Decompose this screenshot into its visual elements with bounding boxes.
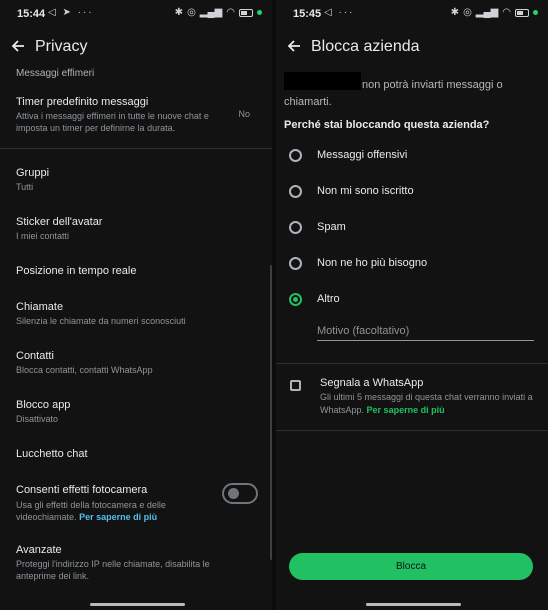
reason-option-offensive[interactable]: Messaggi offensivi [276, 143, 548, 171]
mute-icon: ◎ [187, 7, 196, 18]
gesture-bar[interactable] [366, 603, 461, 606]
setting-title: Sticker dell'avatar [16, 216, 103, 228]
radio-button-selected[interactable] [289, 293, 302, 306]
block-reason-question: Perché stai bloccando questa azienda? [284, 119, 490, 131]
reason-option-not-subscribed[interactable]: Non mi sono iscritto [276, 179, 548, 207]
radio-button[interactable] [289, 149, 302, 162]
setting-subtitle: Blocca contatti, contatti WhatsApp [16, 365, 153, 375]
description-line-2: chiamarti. [284, 96, 332, 108]
setting-live-location[interactable]: Posizione in tempo reale [0, 263, 272, 283]
setting-title: Contatti [16, 350, 54, 362]
signal-icon: ▂▄▆ [199, 7, 223, 18]
learn-more-link[interactable]: Per saperne di più [367, 405, 445, 415]
setting-subtitle: Tutti [16, 182, 34, 192]
battery-icon [515, 8, 529, 17]
divider [276, 363, 548, 364]
app-bar: Blocca azienda [276, 30, 548, 64]
block-button[interactable]: Blocca [289, 553, 533, 580]
option-label: Messaggi offensivi [317, 149, 408, 161]
app-bar: Privacy [0, 30, 272, 64]
system-icons: ✱ ◎ ▂▄▆ ◠ [175, 7, 262, 18]
option-label: Non mi sono iscritto [317, 185, 414, 197]
option-label: Spam [317, 221, 346, 233]
setting-title: Posizione in tempo reale [16, 265, 137, 277]
setting-subtitle: I miei contatti [16, 231, 70, 241]
bluetooth-icon: ✱ [174, 7, 184, 18]
setting-avatar-stickers[interactable]: Sticker dell'avatar I miei contatti [0, 214, 272, 244]
setting-title: Timer predefinito messaggi [16, 96, 149, 108]
bluetooth-icon: ✱ [450, 7, 460, 18]
system-icons: ✱ ◎ ▂▄▆ ◠ [451, 7, 538, 18]
signal-icon: ▂▄▆ [475, 7, 499, 18]
setting-title: Consenti effetti fotocamera [16, 484, 148, 496]
setting-chat-lock[interactable]: Lucchetto chat [0, 446, 272, 466]
setting-subtitle: Disattivato [16, 414, 59, 424]
radio-button[interactable] [289, 185, 302, 198]
setting-title: Gruppi [16, 167, 50, 179]
notification-icons: ◁ ··· [324, 7, 355, 18]
setting-app-lock[interactable]: Blocco app Disattivato [0, 397, 272, 427]
setting-title: Chiamate [16, 301, 64, 313]
timer-setting[interactable]: Timer predefinito messaggi Attiva i mess… [0, 93, 272, 143]
report-checkbox[interactable] [290, 380, 301, 391]
status-bar: 15:44 ◁ ➤ ··· ✱ ◎ ▂▄▆ ◠ [0, 0, 272, 28]
battery-icon [239, 8, 253, 17]
radio-button[interactable] [289, 221, 302, 234]
setting-title: Avanzate [16, 544, 62, 556]
option-label: Altro [317, 293, 340, 305]
setting-subtitle: Usa gli effetti della fotocamera e delle… [16, 499, 211, 523]
notification-icons: ◁ ➤ ··· [48, 7, 94, 18]
back-arrow-icon[interactable] [8, 36, 28, 56]
divider [0, 148, 272, 149]
redacted-business-name [284, 72, 361, 90]
option-label: Non ne ho più bisogno [317, 257, 428, 269]
privacy-indicator-icon [257, 10, 262, 15]
setting-subtitle: Proteggi l'indirizzo IP nelle chiamate, … [16, 559, 210, 581]
setting-groups[interactable]: Gruppi Tutti [0, 165, 272, 195]
page-title: Privacy [35, 38, 88, 55]
setting-title: Blocco app [16, 399, 71, 411]
report-title: Segnala a WhatsApp [320, 377, 424, 389]
wifi-icon: ◠ [502, 7, 511, 18]
block-business-screen: 15:45 ◁ ··· ✱ ◎ ▂▄▆ ◠ Blocca azienda non… [276, 0, 548, 610]
page-title: Blocca azienda [311, 38, 420, 55]
reason-option-spam[interactable]: Spam [276, 215, 548, 243]
camera-effects-toggle[interactable] [222, 483, 258, 504]
gesture-bar[interactable] [90, 603, 185, 606]
reason-input[interactable]: Motivo (facoltativo) [317, 325, 534, 341]
setting-contacts[interactable]: Contatti Blocca contatti, contatti Whats… [0, 348, 272, 378]
learn-more-link[interactable]: Per saperne di più [79, 512, 157, 522]
wifi-icon: ◠ [226, 7, 235, 18]
privacy-indicator-icon [533, 10, 538, 15]
toggle-knob [228, 488, 239, 499]
divider [276, 430, 548, 431]
setting-advanced[interactable]: Avanzate Proteggi l'indirizzo IP nelle c… [0, 542, 272, 586]
setting-value: No [238, 109, 250, 119]
back-arrow-icon[interactable] [284, 36, 304, 56]
setting-subtitle: Attiva i messaggi effimeri in tutte le n… [16, 111, 209, 133]
status-time: 15:44 [17, 8, 46, 20]
scrollbar[interactable] [270, 265, 272, 560]
privacy-screen: 15:44 ◁ ➤ ··· ✱ ◎ ▂▄▆ ◠ Privacy Messaggi… [0, 0, 272, 610]
setting-calls[interactable]: Chiamate Silenzia le chiamate da numeri … [0, 299, 272, 329]
reason-option-other[interactable]: Altro [276, 287, 548, 315]
radio-button[interactable] [289, 257, 302, 270]
reason-option-no-longer-needed[interactable]: Non ne ho più bisogno [276, 251, 548, 279]
status-time: 15:45 [293, 8, 322, 20]
status-bar: 15:45 ◁ ··· ✱ ◎ ▂▄▆ ◠ [276, 0, 548, 28]
setting-title: Lucchetto chat [16, 448, 88, 460]
mute-icon: ◎ [463, 7, 472, 18]
report-subtitle: Gli ultimi 5 messaggi di questa chat ver… [320, 391, 535, 417]
setting-subtitle: Silenzia le chiamate da numeri sconosciu… [16, 316, 186, 326]
section-label: Messaggi effimeri [16, 68, 95, 79]
